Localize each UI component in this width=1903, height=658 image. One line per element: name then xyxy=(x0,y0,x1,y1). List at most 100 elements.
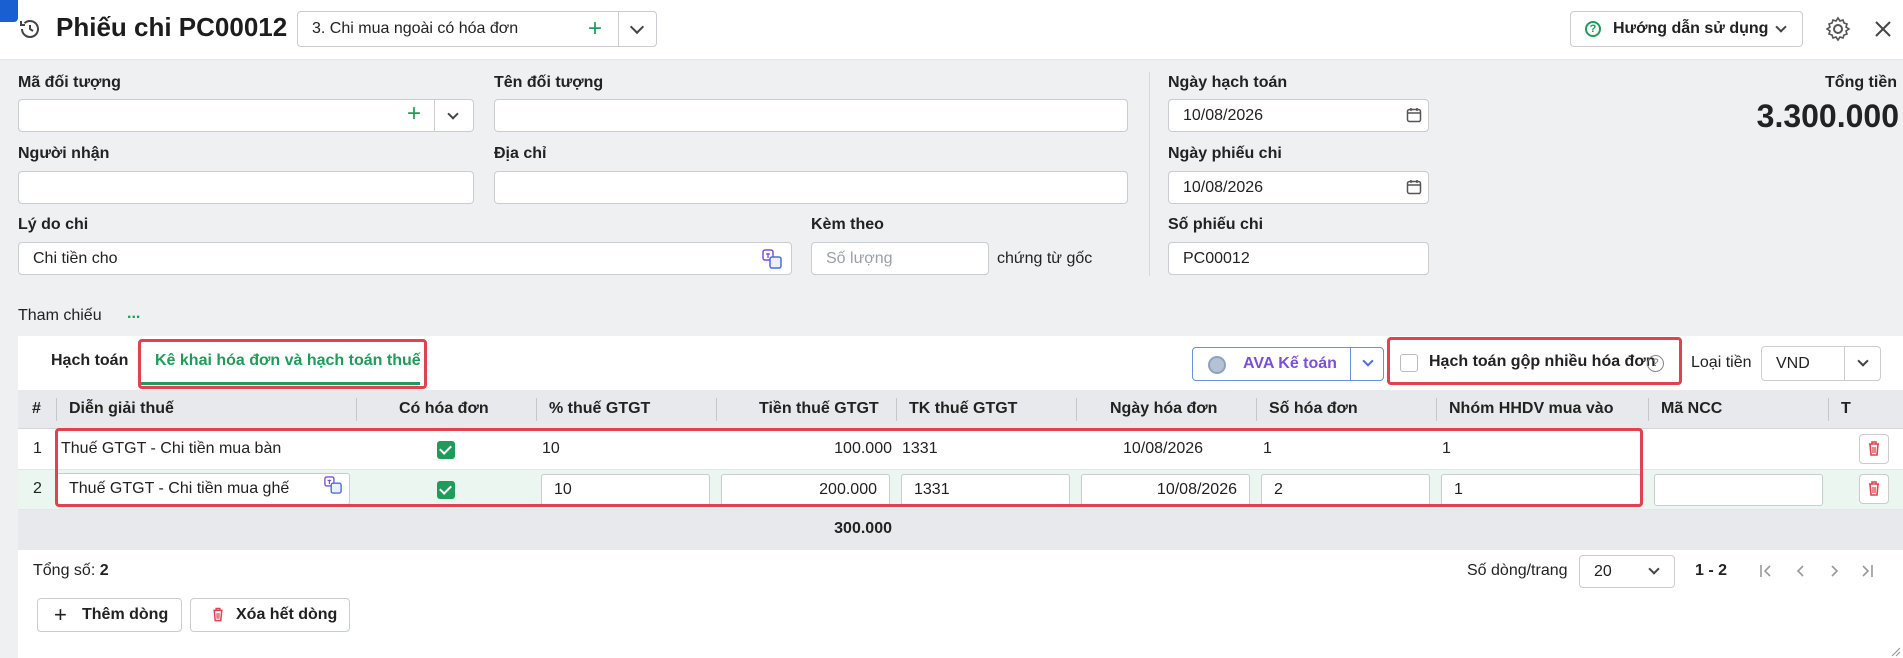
row-stt: 2 xyxy=(33,480,42,497)
col-nhom-hhdv[interactable]: Nhóm HHDV mua vào xyxy=(1449,400,1613,418)
total-tien-thue: 300.000 xyxy=(834,520,892,537)
history-icon[interactable] xyxy=(18,17,42,41)
table-header: # Diễn giải thuế Có hóa đơn % thuế GTGT … xyxy=(18,390,1903,429)
col-tien-thue[interactable]: Tiền thuế GTGT xyxy=(759,400,879,418)
col-ngay-hd[interactable]: Ngày hóa đơn xyxy=(1110,400,1217,418)
last-page-icon[interactable] xyxy=(1859,563,1875,584)
add-voucher-type-icon[interactable]: + xyxy=(588,15,602,43)
tong-tien-label: Tổng tiền xyxy=(1825,74,1897,91)
so-phieu-chi-label: Số phiếu chi xyxy=(1168,216,1264,233)
ngay-hach-toan-input[interactable]: 10/08/2026 xyxy=(1168,99,1429,132)
kem-theo-input[interactable]: Số lượng xyxy=(811,242,989,275)
tong-tien-value: 3.300.000 xyxy=(1756,98,1899,134)
dia-chi-label: Địa chỉ xyxy=(494,145,547,162)
tab-hach-toan[interactable]: Hạch toán xyxy=(51,352,128,370)
ten-doi-tuong-input[interactable] xyxy=(494,99,1128,132)
info-icon[interactable]: ? xyxy=(1647,355,1664,372)
close-icon[interactable] xyxy=(1873,19,1893,44)
hach-toan-gop-checkbox[interactable] xyxy=(1400,354,1418,372)
col-pct-thue[interactable]: % thuế GTGT xyxy=(549,400,650,418)
trash-icon xyxy=(1869,441,1879,456)
chevron-down-icon xyxy=(1857,355,1869,367)
select-divider xyxy=(1844,347,1845,380)
voucher-type-value: 3. Chi mua ngoài có hóa đơn xyxy=(312,20,519,37)
ngay-hach-toan-label: Ngày hạch toán xyxy=(1168,74,1288,91)
dia-chi-input[interactable] xyxy=(494,171,1128,204)
gear-icon[interactable] xyxy=(1825,16,1851,47)
col-co-hoa-don[interactable]: Có hóa đơn xyxy=(399,400,489,418)
col-ma-ncc[interactable]: Mã NCC xyxy=(1661,400,1722,418)
ma-doi-tuong-input[interactable] xyxy=(18,99,474,132)
prev-page-icon[interactable] xyxy=(1793,563,1809,584)
window-corner-mark xyxy=(0,0,18,22)
calendar-icon[interactable] xyxy=(1406,107,1422,128)
col-so-hd[interactable]: Số hóa đơn xyxy=(1269,400,1358,418)
resize-handle-icon[interactable] xyxy=(1889,644,1901,658)
ava-divider xyxy=(1350,348,1351,380)
col-divider xyxy=(56,398,57,421)
nguoi-nhan-label: Người nhận xyxy=(18,145,110,162)
ly-do-chi-input[interactable]: Chi tiền cho xyxy=(18,242,792,275)
calendar-icon[interactable] xyxy=(1406,179,1422,200)
kem-theo-label: Kèm theo xyxy=(811,216,884,233)
ly-do-chi-label: Lý do chi xyxy=(18,216,89,233)
col-stt: # xyxy=(32,400,41,417)
col-divider xyxy=(1076,398,1077,421)
page-size-value: 20 xyxy=(1594,563,1612,580)
combo-divider xyxy=(618,12,619,46)
col-dien-giai[interactable]: Diễn giải thuế xyxy=(69,400,174,418)
page-size-select[interactable]: 20 xyxy=(1579,555,1675,588)
nguoi-nhan-input[interactable] xyxy=(18,171,474,204)
chevron-down-icon xyxy=(1775,21,1787,33)
plus-icon: + xyxy=(54,602,67,627)
col-divider xyxy=(1648,398,1649,421)
ava-ke-toan-button[interactable]: AVA Kế toán xyxy=(1192,347,1384,381)
row-stt: 1 xyxy=(33,440,42,457)
col-divider xyxy=(1256,398,1257,421)
hach-toan-gop-label: Hạch toán gộp nhiều hóa đơn xyxy=(1429,353,1656,370)
tham-chieu-more-link[interactable]: ... xyxy=(127,305,140,323)
input-divider xyxy=(434,100,435,131)
voucher-type-select[interactable]: 3. Chi mua ngoài có hóa đơn + xyxy=(297,11,657,47)
trash-icon xyxy=(1869,481,1879,496)
delete-all-label: Xóa hết dòng xyxy=(236,606,338,623)
so-phieu-chi-input[interactable]: PC00012 xyxy=(1168,242,1429,275)
translate-icon[interactable] xyxy=(762,249,782,274)
table-total-row: 300.000 xyxy=(18,510,1903,550)
delete-row-button[interactable] xyxy=(1859,434,1889,464)
page-title: Phiếu chi PC00012 xyxy=(56,12,288,42)
ma-doi-tuong-label: Mã đối tượng xyxy=(18,74,121,91)
ngay-phieu-chi-input[interactable]: 10/08/2026 xyxy=(1168,171,1429,204)
page-size-label: Số dòng/trang xyxy=(1467,562,1568,579)
loai-tien-value: VND xyxy=(1776,355,1810,372)
row-ma-ncc-input[interactable] xyxy=(1654,474,1823,506)
chevron-down-icon[interactable] xyxy=(629,19,645,35)
add-row-button[interactable]: + Thêm dòng xyxy=(37,598,182,632)
tong-so-text: Tổng số: xyxy=(33,562,96,579)
delete-all-rows-button[interactable]: Xóa hết dòng xyxy=(190,598,350,632)
page-range: 1 - 2 xyxy=(1695,562,1728,579)
chevron-down-icon[interactable] xyxy=(1362,355,1374,367)
delete-row-button[interactable] xyxy=(1859,474,1889,504)
ava-avatar-icon xyxy=(1208,356,1226,374)
col-divider xyxy=(1828,398,1829,421)
form-divider xyxy=(1149,72,1150,276)
col-divider xyxy=(536,398,537,421)
col-divider xyxy=(716,398,717,421)
first-page-icon[interactable] xyxy=(1758,563,1774,584)
trash-icon xyxy=(205,602,231,633)
col-more: T xyxy=(1841,400,1851,417)
question-icon: ? xyxy=(1585,21,1601,37)
loai-tien-select[interactable]: VND xyxy=(1761,346,1881,381)
highlight-box-tab xyxy=(138,339,427,389)
tong-so-label: Tổng số: 2 xyxy=(33,562,109,580)
help-button[interactable]: ? Hướng dẫn sử dụng xyxy=(1570,11,1803,47)
col-divider xyxy=(896,398,897,421)
highlight-box-rows xyxy=(55,428,1643,507)
col-tk-thue[interactable]: TK thuế GTGT xyxy=(909,400,1017,418)
next-page-icon[interactable] xyxy=(1826,563,1842,584)
top-bar: Phiếu chi PC00012 3. Chi mua ngoài có hó… xyxy=(0,0,1903,60)
help-label: Hướng dẫn sử dụng xyxy=(1613,20,1769,37)
col-divider xyxy=(356,398,357,421)
add-object-icon[interactable]: + xyxy=(407,100,421,128)
